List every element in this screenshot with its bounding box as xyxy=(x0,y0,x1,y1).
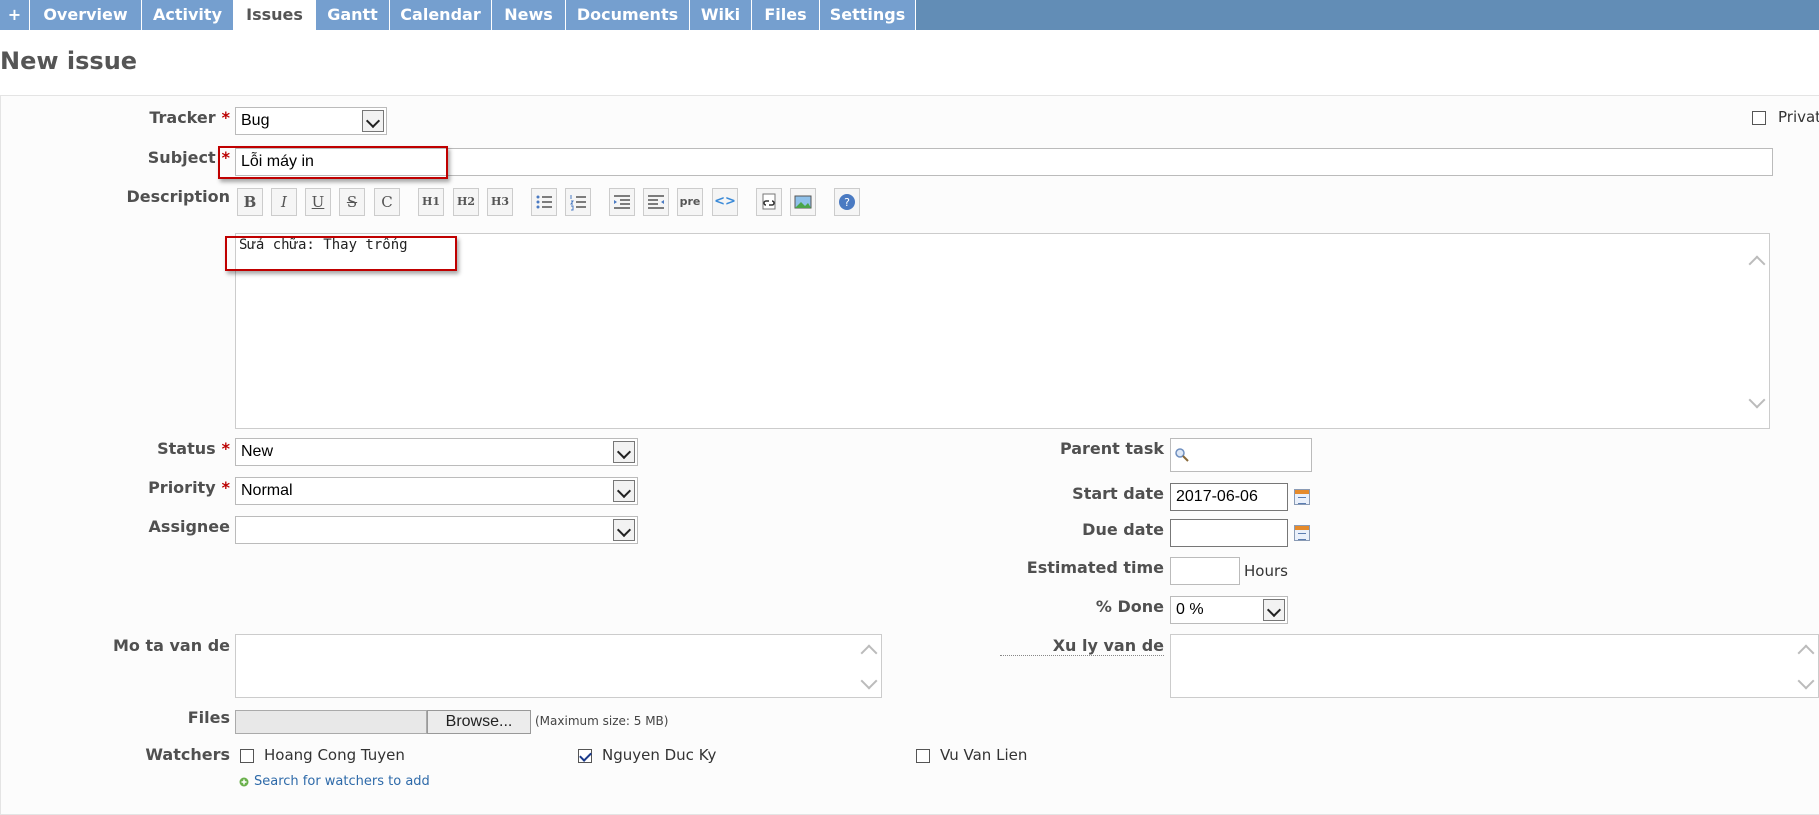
assignee-select[interactable] xyxy=(235,516,638,544)
h2-button[interactable]: H2 xyxy=(453,188,479,216)
scroll-up-icon[interactable] xyxy=(860,644,878,662)
underline-button[interactable]: U xyxy=(305,188,331,216)
xu-ly-textarea[interactable] xyxy=(1170,634,1819,698)
mo-ta-label: Mo ta van de xyxy=(113,636,230,655)
watcher-checkbox-nguyen-duc-ky[interactable] xyxy=(578,749,592,763)
file-path-input[interactable] xyxy=(235,710,427,734)
italic-button[interactable]: I xyxy=(271,188,297,216)
xu-ly-label: Xu ly van de xyxy=(1000,636,1164,656)
help-icon[interactable]: ? xyxy=(834,188,860,216)
tab-overview[interactable]: Overview xyxy=(30,0,142,30)
strike-button[interactable]: S xyxy=(339,188,365,216)
watcher-name: Hoang Cong Tuyen xyxy=(264,746,405,764)
watcher-checkbox-hoang-cong-tuyen[interactable] xyxy=(240,749,254,763)
image-icon[interactable] xyxy=(790,188,816,216)
watcher-checkbox-vu-van-lien[interactable] xyxy=(916,749,930,763)
due-date-label: Due date xyxy=(1082,520,1164,539)
files-label: Files xyxy=(187,708,230,727)
indent-left-icon[interactable] xyxy=(609,188,635,216)
description-label: Description xyxy=(126,187,230,206)
link-icon[interactable] xyxy=(756,188,782,216)
start-date-label: Start date xyxy=(1072,484,1164,503)
tab-files[interactable]: Files xyxy=(752,0,820,30)
tab-news[interactable]: News xyxy=(492,0,566,30)
unordered-list-icon[interactable] xyxy=(531,188,557,216)
scroll-down-icon[interactable] xyxy=(1748,391,1766,409)
subject-highlight xyxy=(218,146,448,179)
chevron-down-icon xyxy=(362,110,384,132)
h1-button[interactable]: H1 xyxy=(418,188,444,216)
scroll-up-icon[interactable] xyxy=(1748,255,1766,273)
chevron-down-icon xyxy=(613,441,635,463)
priority-select[interactable]: Normal xyxy=(235,477,638,505)
tab-gantt[interactable]: Gantt xyxy=(316,0,390,30)
due-date-input[interactable] xyxy=(1170,519,1288,547)
subject-label: Subject * xyxy=(147,148,230,167)
max-size-note: (Maximum size: 5 MB) xyxy=(535,714,669,728)
start-date-input[interactable]: 2017-06-06 xyxy=(1170,483,1288,511)
watcher-name: Vu Van Lien xyxy=(940,746,1028,764)
subject-input[interactable]: Lỗi máy in xyxy=(235,148,1773,176)
hours-label: Hours xyxy=(1244,562,1288,580)
tab-documents[interactable]: Documents xyxy=(566,0,690,30)
chevron-down-icon xyxy=(613,480,635,502)
search-watchers-link[interactable]: Search for watchers to add xyxy=(254,774,430,789)
search-icon xyxy=(1175,448,1189,462)
parent-task-label: Parent task xyxy=(1059,439,1164,458)
done-select[interactable]: 0 % xyxy=(1170,596,1288,624)
scroll-up-icon[interactable] xyxy=(1797,644,1815,662)
svg-text:?: ? xyxy=(844,196,850,209)
scroll-down-icon[interactable] xyxy=(860,672,878,690)
indent-right-icon[interactable] xyxy=(643,188,669,216)
tab-settings[interactable]: Settings xyxy=(820,0,916,30)
browse-button[interactable]: Browse... xyxy=(427,710,531,734)
status-label: Status * xyxy=(157,439,230,458)
watcher-name: Nguyen Duc Ky xyxy=(602,746,717,764)
status-select[interactable]: New xyxy=(235,438,638,466)
done-label: % Done xyxy=(1095,597,1164,616)
tab-activity[interactable]: Activity xyxy=(142,0,234,30)
description-highlight xyxy=(225,236,457,271)
estimated-time-input[interactable] xyxy=(1170,557,1240,585)
description-textarea[interactable]: Sửa chữa: Thay trống xyxy=(235,233,1770,429)
parent-task-input[interactable] xyxy=(1170,438,1312,472)
assignee-label: Assignee xyxy=(148,517,230,536)
code-brackets-icon[interactable]: <> xyxy=(712,188,738,216)
tab-wiki[interactable]: Wiki xyxy=(690,0,752,30)
tracker-label: Tracker * xyxy=(149,108,230,127)
add-icon xyxy=(239,777,249,787)
calendar-icon[interactable] xyxy=(1294,489,1310,505)
tracker-select[interactable]: Bug xyxy=(235,107,387,135)
ordered-list-icon[interactable] xyxy=(565,188,591,216)
estimated-time-label: Estimated time xyxy=(1026,558,1164,577)
pre-button[interactable]: pre xyxy=(677,188,703,216)
tab-new[interactable]: + xyxy=(0,0,30,30)
private-checkbox[interactable] xyxy=(1752,111,1766,125)
tab-issues[interactable]: Issues xyxy=(234,0,316,30)
page-title: New issue xyxy=(0,47,138,75)
priority-label: Priority * xyxy=(148,478,230,497)
tab-calendar[interactable]: Calendar xyxy=(390,0,492,30)
code-button[interactable]: C xyxy=(374,188,400,216)
scroll-down-icon[interactable] xyxy=(1797,672,1815,690)
project-menu: + Overview Activity Issues Gantt Calenda… xyxy=(0,0,1819,30)
chevron-down-icon xyxy=(1263,599,1285,621)
watchers-label: Watchers xyxy=(145,745,230,764)
chevron-down-icon xyxy=(613,519,635,541)
bold-button[interactable]: B xyxy=(237,188,263,216)
mo-ta-textarea[interactable] xyxy=(235,634,882,698)
private-label: Privat xyxy=(1778,108,1819,126)
h3-button[interactable]: H3 xyxy=(487,188,513,216)
calendar-icon[interactable] xyxy=(1294,525,1310,541)
